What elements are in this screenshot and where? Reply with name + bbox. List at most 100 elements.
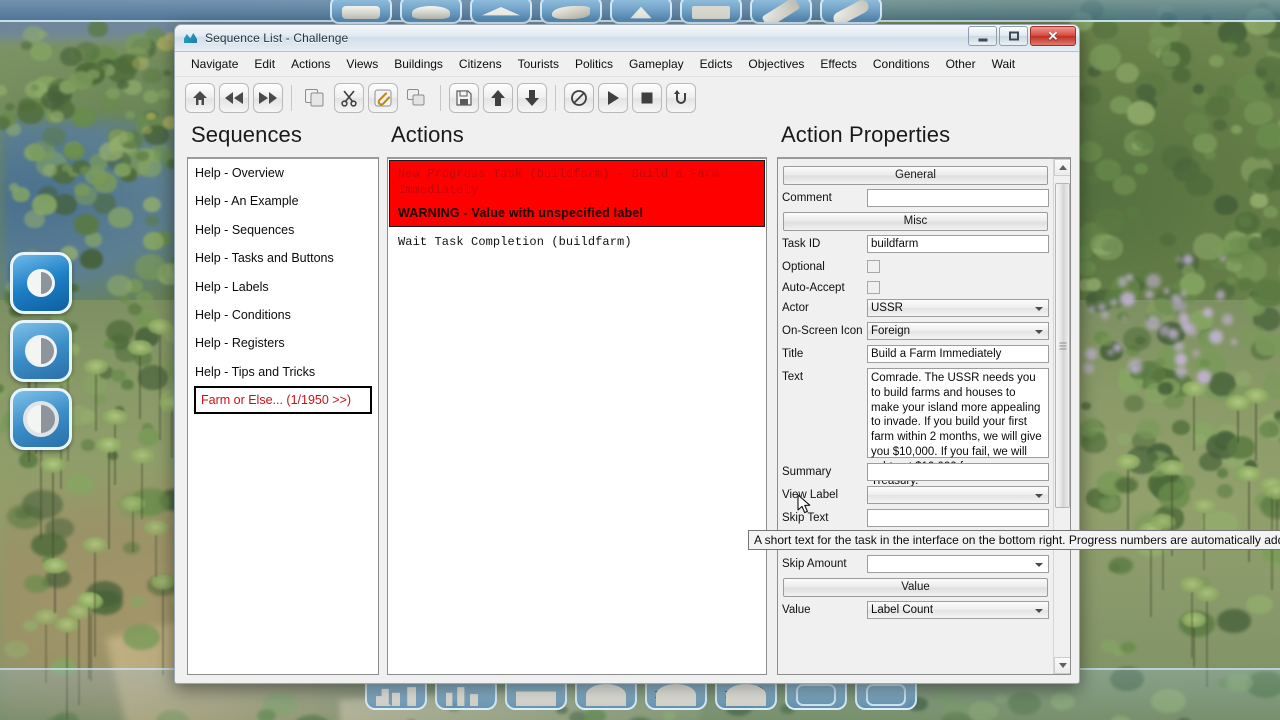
fast-forward-icon (259, 92, 277, 104)
actions-listbox[interactable]: New Progress Task (buildfarm) - Build a … (387, 157, 767, 675)
background-tree (142, 196, 161, 213)
background-tree (1094, 207, 1126, 234)
duplicate-button[interactable] (402, 83, 432, 113)
action-row-selected[interactable]: New Progress Task (buildfarm) - Build a … (389, 160, 765, 228)
sequence-list-item[interactable]: Help - Tips and Tricks (188, 358, 378, 386)
hud-top-button-7[interactable] (750, 0, 812, 24)
menu-item-actions[interactable]: Actions (283, 53, 338, 75)
background-flowers (1176, 256, 1182, 263)
hud-top-button-3[interactable] (470, 0, 532, 24)
hud-top-button-5[interactable] (610, 0, 672, 24)
play-icon (608, 91, 619, 105)
disable-button[interactable] (564, 83, 594, 113)
combobox-on-screen-icon[interactable]: Foreign (867, 322, 1049, 341)
background-tree (1231, 124, 1242, 134)
save-button[interactable] (449, 83, 479, 113)
fast-forward-button[interactable] (253, 83, 283, 113)
window-titlebar[interactable]: Sequence List - Challenge ✕ (175, 25, 1079, 52)
property-control-wrap (867, 189, 1049, 207)
combobox-value[interactable]: Label Count (867, 601, 1049, 620)
scrollbar-thumb[interactable] (1055, 183, 1070, 508)
copy-button[interactable] (300, 83, 330, 113)
play-button[interactable] (598, 83, 628, 113)
move-down-button[interactable] (517, 83, 547, 113)
menu-item-objectives[interactable]: Objectives (740, 53, 812, 75)
menu-item-other[interactable]: Other (938, 53, 984, 75)
background-flowers (1098, 303, 1106, 311)
minimize-button[interactable] (968, 26, 997, 46)
input-title[interactable]: Build a Farm Immediately (867, 345, 1049, 364)
property-group-general[interactable]: General (783, 166, 1048, 185)
hud-side-button-3[interactable] (10, 388, 72, 450)
hud-top-button-1[interactable] (330, 0, 392, 24)
sequence-list-item[interactable]: Help - Labels (188, 273, 378, 301)
scroll-up-button[interactable] (1054, 159, 1070, 176)
input-task-id[interactable]: buildfarm (867, 235, 1049, 253)
menu-item-gameplay[interactable]: Gameplay (621, 53, 692, 75)
rewind-button[interactable] (219, 83, 249, 113)
menu-item-wait[interactable]: Wait (984, 53, 1024, 75)
home-button[interactable] (185, 83, 215, 113)
background-tree (72, 106, 96, 127)
sequence-list-item[interactable]: Farm or Else... (1/1950 >>) (194, 386, 372, 415)
input-comment[interactable] (867, 189, 1049, 207)
background-tree (23, 210, 45, 229)
property-group-value[interactable]: Value (783, 578, 1048, 598)
input-skip-text[interactable] (867, 509, 1049, 528)
hud-side-button-1[interactable] (10, 252, 72, 314)
paste-button[interactable] (368, 83, 398, 113)
input-summary[interactable] (867, 463, 1049, 482)
background-flowers (1173, 341, 1185, 352)
menu-item-buildings[interactable]: Buildings (386, 53, 451, 75)
menu-item-tourists[interactable]: Tourists (510, 53, 567, 75)
action-row[interactable]: Wait Task Completion (buildfarm) (388, 228, 766, 251)
background-bush (1217, 609, 1251, 633)
menu-item-politics[interactable]: Politics (567, 53, 621, 75)
hud-top-button-4[interactable] (540, 0, 602, 24)
menu-item-edit[interactable]: Edit (246, 53, 283, 75)
combobox-view-label[interactable] (867, 486, 1049, 505)
background-tree (1081, 401, 1091, 410)
menu-item-navigate[interactable]: Navigate (183, 53, 246, 75)
background-flowers (1146, 273, 1161, 288)
stop-button[interactable] (632, 83, 662, 113)
background-tree (1101, 335, 1113, 346)
checkbox-optional[interactable] (867, 260, 880, 273)
close-button[interactable]: ✕ (1030, 26, 1076, 46)
background-flowers (1107, 349, 1114, 356)
property-label-skip-text: Skip Text (782, 512, 829, 525)
sequence-list-item[interactable]: Help - Registers (188, 329, 378, 357)
hud-top-button-8[interactable] (820, 0, 882, 24)
hud-side-button-2[interactable] (10, 320, 72, 382)
background-flowers (1215, 290, 1226, 300)
move-up-button[interactable] (483, 83, 513, 113)
sequence-list-item[interactable]: Help - An Example (188, 187, 378, 215)
hud-top-button-6[interactable] (680, 0, 742, 24)
background-tree (1077, 141, 1102, 162)
combobox-skip-amount[interactable] (867, 555, 1049, 574)
sequence-list-item[interactable]: Help - Sequences (188, 216, 378, 244)
property-row-view-label: View Label (782, 486, 1049, 505)
maximize-button[interactable] (999, 26, 1028, 46)
combobox-actor[interactable]: USSR (867, 299, 1049, 318)
property-row-value: Value Label Count (782, 601, 1049, 620)
menu-item-effects[interactable]: Effects (812, 53, 864, 75)
sequence-list-item[interactable]: Help - Overview (188, 159, 378, 187)
cut-button[interactable] (334, 83, 364, 113)
checkbox-auto-accept[interactable] (867, 280, 880, 294)
property-group-misc[interactable]: Misc (783, 212, 1048, 231)
scroll-down-button[interactable] (1054, 657, 1070, 674)
sequence-list-item[interactable]: Help - Tasks and Buttons (188, 244, 378, 272)
background-tree (92, 172, 118, 194)
loop-button[interactable] (666, 83, 696, 113)
sequences-listbox[interactable]: Help - Overview Help - An Example Help - S… (187, 157, 379, 675)
properties-scrollbar[interactable] (1053, 159, 1070, 674)
menu-item-conditions[interactable]: Conditions (865, 53, 938, 75)
textarea-text[interactable]: Comrade. The USSR needs you to build far… (867, 368, 1049, 487)
sequence-list-item[interactable]: Help - Conditions (188, 301, 378, 329)
property-label-summary: Summary (782, 466, 832, 479)
menu-item-edicts[interactable]: Edicts (692, 53, 741, 75)
menu-item-views[interactable]: Views (338, 53, 386, 75)
menu-item-citizens[interactable]: Citizens (451, 53, 510, 75)
hud-top-button-2[interactable] (400, 0, 462, 24)
